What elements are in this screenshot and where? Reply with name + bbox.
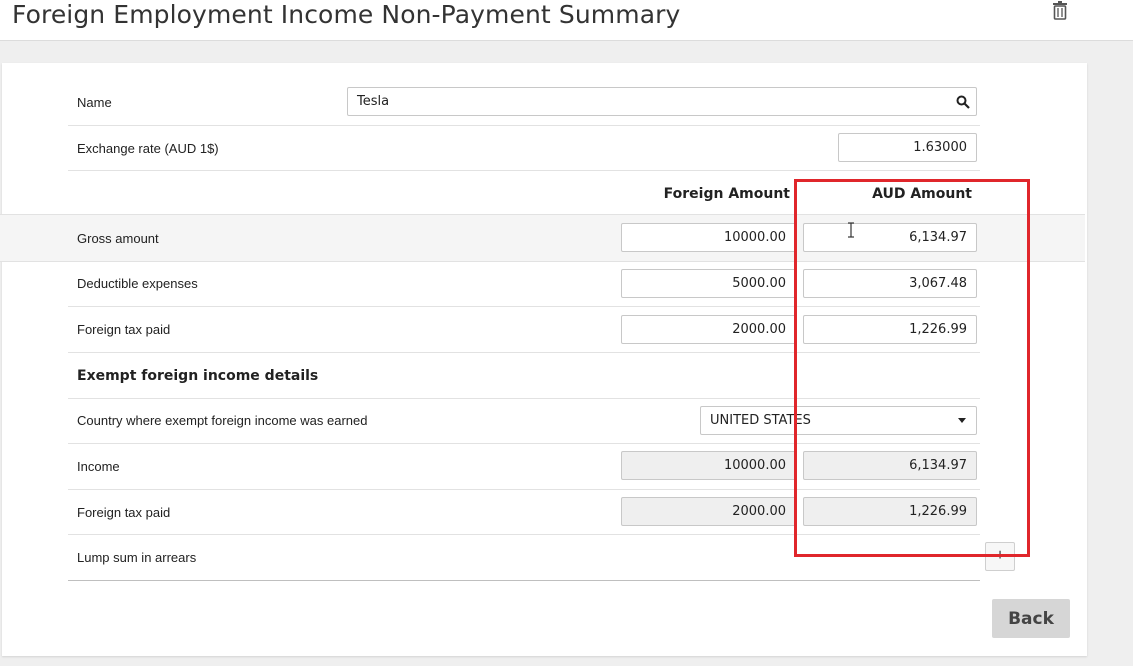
exchange-rate-label: Exchange rate (AUD 1$)	[77, 141, 219, 156]
income-foreign-input[interactable]: 10000.00	[621, 451, 796, 480]
back-button[interactable]: Back	[992, 599, 1070, 638]
gross-amount-label: Gross amount	[77, 231, 159, 246]
foreign-tax-label: Foreign tax paid	[77, 322, 171, 337]
name-input[interactable]: Tesla	[347, 87, 977, 116]
exempt-tax-foreign-input[interactable]: 2000.00	[621, 497, 796, 526]
name-value: Tesla	[357, 94, 390, 109]
header-bar: Foreign Employment Income Non-Payment Su…	[0, 0, 1133, 41]
aud-amount-highlight	[794, 179, 1030, 557]
lump-sum-label: Lump sum in arrears	[77, 550, 197, 565]
income-label: Income	[77, 459, 120, 474]
foreign-amount-header: Foreign Amount	[663, 186, 790, 202]
trash-icon[interactable]	[1049, 0, 1071, 20]
exempt-heading: Exempt foreign income details	[77, 368, 319, 384]
search-icon[interactable]	[956, 95, 970, 109]
text-cursor-icon	[848, 222, 854, 238]
page-title: Foreign Employment Income Non-Payment Su…	[12, 0, 681, 29]
name-label: Name	[77, 95, 112, 110]
exchange-rate-input[interactable]: 1.63000	[838, 133, 977, 162]
foreign-tax-foreign-input[interactable]: 2000.00	[621, 315, 796, 344]
deductible-foreign-input[interactable]: 5000.00	[621, 269, 796, 298]
country-label: Country where exempt foreign income was …	[77, 413, 368, 428]
gross-foreign-input[interactable]: 10000.00	[621, 223, 796, 252]
exempt-tax-label: Foreign tax paid	[77, 505, 171, 520]
deductible-expenses-label: Deductible expenses	[77, 276, 198, 291]
